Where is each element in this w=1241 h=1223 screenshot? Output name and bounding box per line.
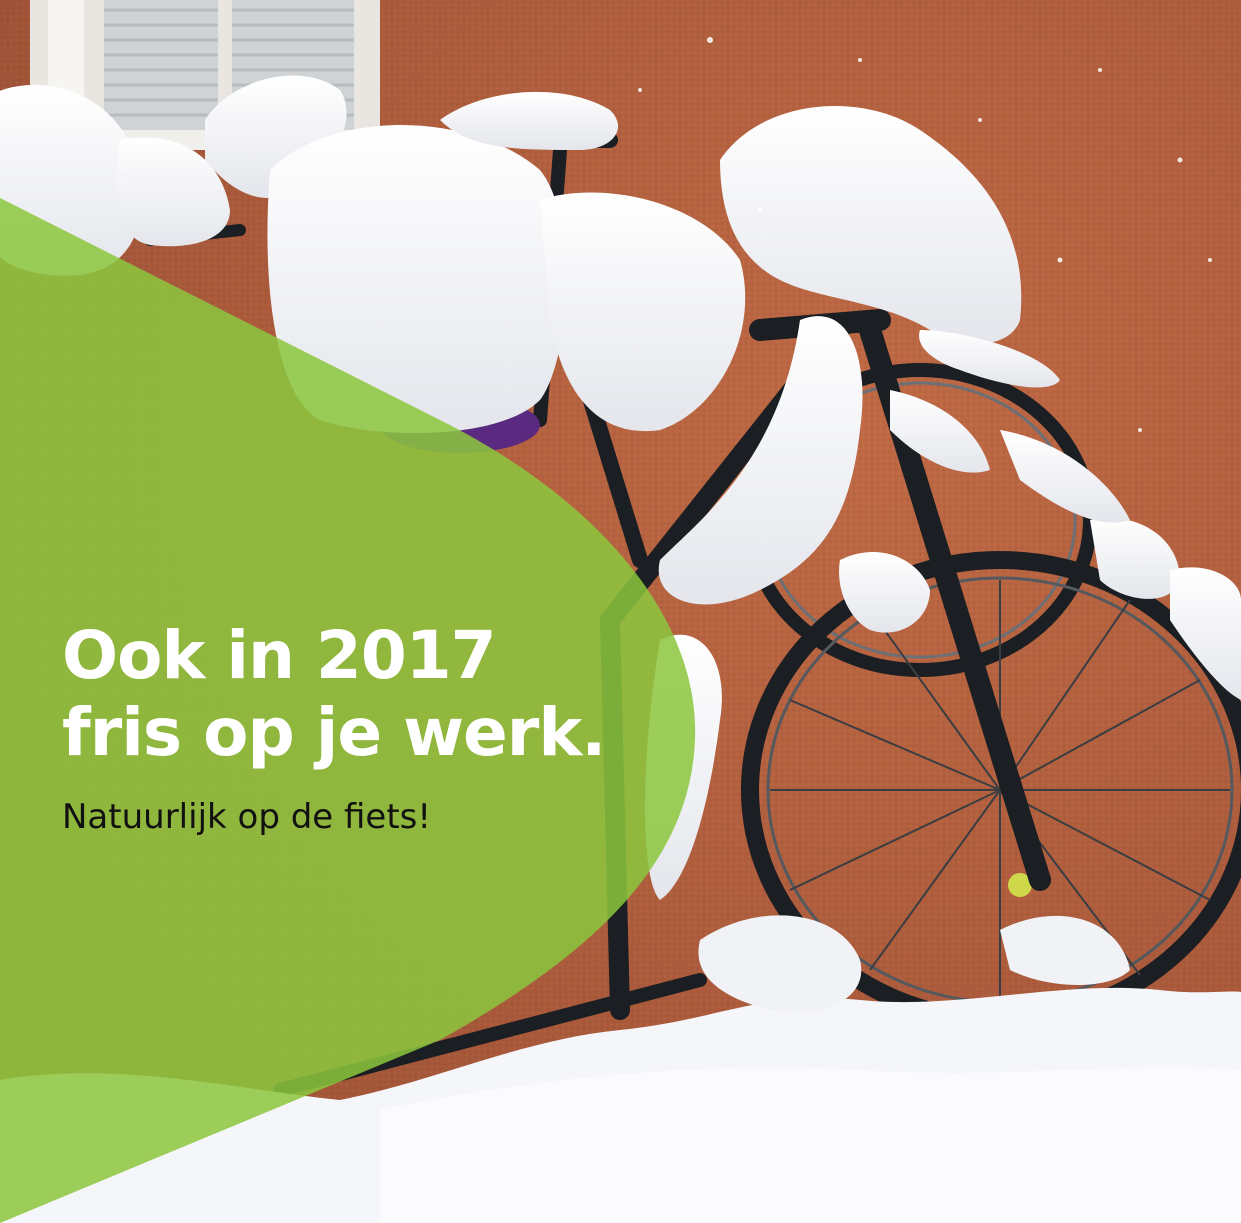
headline-line-1: Ook in 2017 — [62, 617, 497, 694]
green-banner — [0, 198, 696, 1223]
tagline: Natuurlijk op de fiets! — [62, 797, 432, 837]
advert-canvas: Ook in 2017 fris op je werk. Natuurlijk … — [0, 0, 1241, 1223]
headline-line-2: fris op je werk. — [62, 694, 606, 771]
